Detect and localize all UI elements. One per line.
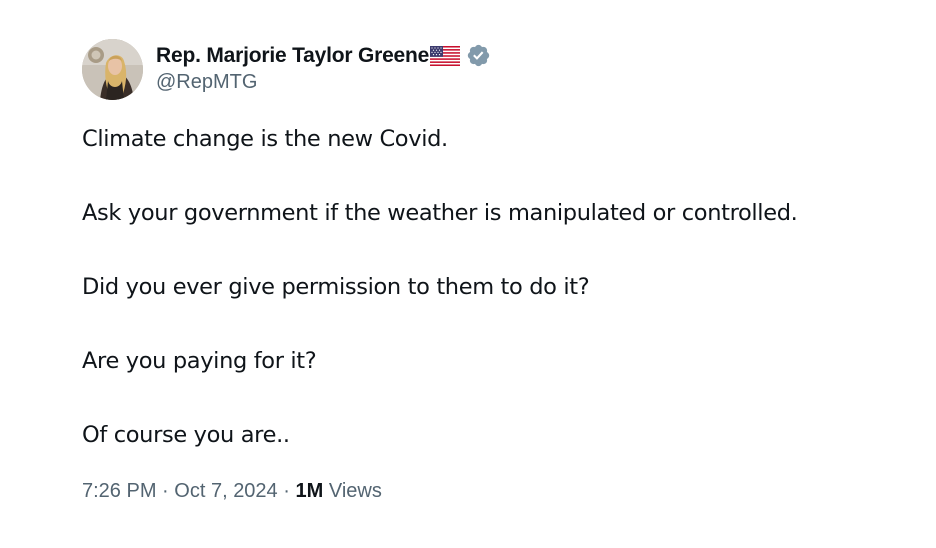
meta-separator: ·	[283, 480, 290, 502]
meta-separator: ·	[162, 480, 169, 502]
avatar[interactable]	[82, 38, 143, 100]
views-label: Views	[328, 480, 382, 502]
tweet-paragraph: Climate change is the new Covid.	[82, 126, 448, 152]
tweet-paragraph: Of course you are..	[82, 422, 290, 448]
display-name[interactable]: Rep. Marjorie Taylor Greene	[156, 44, 429, 68]
tweet-header: Rep. Marjorie Taylor Greene @RepMTG	[82, 38, 912, 100]
tweet-date[interactable]: Oct 7, 2024	[174, 480, 277, 502]
tweet-text: Climate change is the new Covid. Ask you…	[82, 124, 912, 450]
tweet: Rep. Marjorie Taylor Greene @RepMTG Clim…	[82, 38, 912, 450]
tweet-time[interactable]: 7:26 PM	[82, 480, 156, 502]
name-row: Rep. Marjorie Taylor Greene	[156, 41, 491, 71]
views-count: 1M	[295, 480, 324, 502]
author-names: Rep. Marjorie Taylor Greene @RepMTG	[156, 41, 491, 94]
us-flag-icon	[430, 45, 461, 66]
tweet-paragraph: Did you ever give permission to them to …	[82, 274, 590, 300]
tweet-paragraph: Ask your government if the weather is ma…	[82, 200, 798, 226]
tweet-meta: 7:26 PM · Oct 7, 2024 · 1M Views	[82, 480, 382, 503]
avatar-image	[82, 38, 143, 100]
verified-icon[interactable]	[466, 43, 491, 68]
tweet-paragraph: Are you paying for it?	[82, 348, 317, 374]
author-handle[interactable]: @RepMTG	[156, 71, 491, 94]
